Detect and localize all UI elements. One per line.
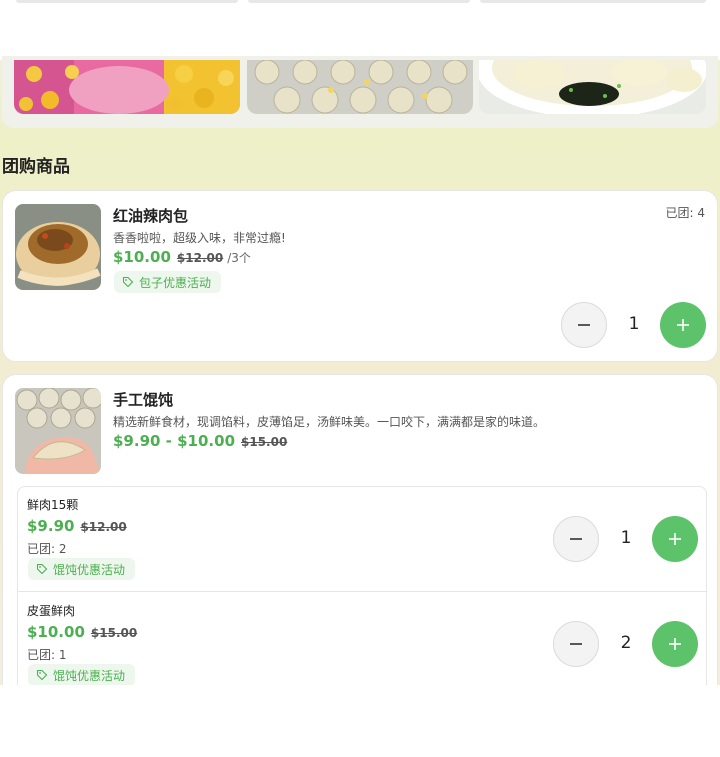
decrease-quantity-button[interactable]	[561, 302, 607, 348]
product-name: 手工馄饨	[113, 391, 174, 409]
plus-icon	[669, 638, 681, 650]
variant-name: 鲜肉15颗	[27, 498, 79, 512]
quantity-value: 1	[628, 314, 640, 334]
current-price: $10.00	[113, 248, 171, 266]
variant-name: 皮蛋鲜肉	[27, 604, 76, 618]
decrease-quantity-button[interactable]	[553, 621, 599, 667]
original-price: $12.00	[176, 251, 224, 265]
promo-tag[interactable]: 馄饨优惠活动	[28, 558, 136, 580]
food-image-wonton-soup[interactable]	[479, 60, 706, 114]
current-price: $9.90	[27, 517, 75, 535]
product-card-1: 红油辣肉包 已团: 4 香香啦啦，超级入味，非常过瘾! $10.00 $12.00…	[2, 190, 718, 362]
product-card-2: 手工馄饨 精选新鲜食材，现调馅料，皮薄馅足，汤鲜味美。一口咬下，满满都是家的味道…	[2, 374, 718, 685]
tag-icon	[122, 276, 134, 288]
increase-quantity-button[interactable]	[652, 621, 698, 667]
product-image-spicy-bun[interactable]	[15, 204, 101, 290]
product-description: 香香啦啦，超级入味，非常过瘾!	[113, 231, 286, 245]
price-range: $9.90 - $10.00	[113, 432, 235, 450]
original-price: $15.00	[241, 435, 288, 449]
minus-icon	[570, 538, 582, 540]
promo-tag-label: 包子优惠活动	[139, 275, 212, 290]
promo-tag-label: 馄饨优惠活动	[53, 562, 126, 577]
joined-count: 已团: 1	[27, 648, 67, 662]
section-title: 团购商品	[2, 157, 70, 177]
variant-price: $10.00 $15.00	[27, 623, 137, 641]
top-bar	[0, 0, 720, 60]
current-price: $10.00	[27, 623, 85, 641]
variant-row-1: 鲜肉15颗 $9.90 $12.00 已团: 2 馄饨优惠活动 1	[17, 486, 707, 592]
minus-icon	[578, 324, 590, 326]
decrease-quantity-button[interactable]	[553, 516, 599, 562]
product-description: 精选新鲜食材，现调馅料，皮薄馅足，汤鲜味美。一口咬下，满满都是家的味道。	[113, 415, 546, 429]
variant-row-2: 皮蛋鲜肉 $10.00 $15.00 已团: 1 馄饨优惠活动 2	[17, 591, 707, 685]
food-image-dumplings-tray[interactable]	[247, 60, 473, 114]
top-banner-edge	[248, 0, 470, 3]
food-image-corn[interactable]	[14, 60, 240, 114]
price-unit: /3个	[227, 251, 251, 265]
original-price: $12.00	[80, 520, 127, 534]
product-name: 红油辣肉包	[113, 207, 189, 225]
promo-tag[interactable]: 馄饨优惠活动	[28, 664, 136, 685]
original-price: $15.00	[90, 626, 138, 640]
top-banner-edge	[16, 0, 238, 3]
product-image-wonton[interactable]	[15, 388, 101, 474]
joined-count: 已团: 2	[27, 542, 67, 556]
joined-count: 已团: 4	[665, 206, 706, 220]
product-price: $9.90 - $10.00 $15.00	[113, 432, 287, 450]
plus-icon	[669, 533, 681, 545]
quantity-value: 2	[620, 633, 632, 653]
minus-icon	[570, 643, 582, 645]
increase-quantity-button[interactable]	[652, 516, 698, 562]
variant-price: $9.90 $12.00	[27, 517, 127, 535]
promo-tag[interactable]: 包子优惠活动	[114, 271, 222, 293]
tag-icon	[36, 563, 48, 575]
page-viewport: 团购商品 红油辣肉包 已团: 4 香香啦啦，超级入味，非常过瘾! $10.00 $…	[0, 0, 720, 685]
plus-icon	[677, 319, 689, 331]
product-price: $10.00 $12.00/3个	[113, 248, 251, 266]
increase-quantity-button[interactable]	[660, 302, 706, 348]
promo-tag-label: 馄饨优惠活动	[53, 668, 126, 683]
tag-icon	[36, 669, 48, 681]
quantity-value: 1	[620, 528, 632, 548]
top-banner-edge	[480, 0, 706, 3]
